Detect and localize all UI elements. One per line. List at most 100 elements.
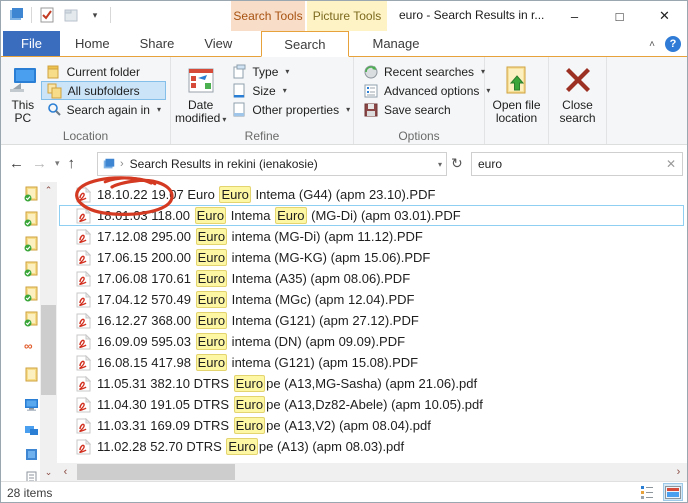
filename-text: Intema	[227, 208, 274, 223]
search-highlight: Euro	[234, 396, 265, 413]
file-row[interactable]: 18.10.22 19.07 Euro Euro Intema (G44) (a…	[59, 184, 684, 205]
file-row[interactable]: 18.01.03 118.00 Euro Intema Euro (MG-Di)…	[59, 205, 684, 226]
pdf-file-icon	[76, 187, 91, 203]
qat-dropdown-icon[interactable]: ▾	[86, 6, 104, 24]
pdf-file-icon	[76, 271, 91, 287]
open-file-location-icon	[501, 64, 533, 96]
search-highlight: Euro	[195, 207, 226, 224]
refresh-icon[interactable]: ↻	[451, 155, 463, 172]
drive-icon[interactable]	[23, 446, 40, 463]
back-icon[interactable]: ←	[9, 155, 24, 172]
file-list: 18.10.22 19.07 Euro Euro Intema (G44) (a…	[57, 182, 687, 463]
recent-searches-button[interactable]: Recent searches▾	[358, 62, 495, 81]
search-again-icon	[46, 102, 62, 118]
nav-scrollbar-thumb[interactable]	[41, 305, 56, 395]
scroll-up-icon[interactable]: ⌃	[40, 182, 57, 199]
clear-search-icon[interactable]: ✕	[666, 157, 676, 171]
address-bar: ← → ▾ ↑ › Search Results in rekini (iena…	[1, 145, 687, 182]
close-search-button[interactable]: Close search	[553, 60, 602, 128]
ribbon: This PC Current folder All subfolders	[1, 57, 687, 145]
search-highlight: Euro	[196, 270, 227, 287]
date-modified-button[interactable]: Date modified▾	[175, 60, 226, 128]
filename-text: 11.02.28 52.70 DTRS	[97, 439, 225, 454]
current-folder-button[interactable]: Current folder	[41, 62, 166, 81]
filename-text: 17.06.08 170.61	[97, 271, 195, 286]
forward-icon[interactable]: →	[32, 155, 47, 172]
items-count: 28 items	[7, 486, 52, 500]
folder-sync-icon[interactable]	[23, 260, 40, 277]
file-row[interactable]: 11.04.30 191.05 DTRS Europe (A13,Dz82-Ab…	[59, 394, 684, 415]
this-pc-icon[interactable]	[23, 396, 40, 413]
search-input[interactable]: euro	[478, 157, 502, 171]
filename-text: intema (G121) (apm 15.08).PDF	[228, 355, 418, 370]
scroll-left-icon[interactable]: ‹	[57, 463, 74, 481]
scroll-right-icon[interactable]: ›	[670, 463, 687, 481]
up-icon[interactable]: ↑	[68, 155, 76, 172]
tab-manage[interactable]: Manage	[349, 31, 444, 56]
thumbnail-view-icon[interactable]	[663, 483, 683, 501]
new-folder-icon[interactable]	[62, 6, 80, 24]
maximize-button[interactable]: □	[597, 1, 642, 31]
folder-icon[interactable]	[23, 366, 40, 383]
file-row[interactable]: 16.12.27 368.00 Euro Intema (G121) (apm …	[59, 310, 684, 331]
tab-view[interactable]: View	[189, 31, 247, 56]
tab-home[interactable]: Home	[60, 31, 125, 56]
horizontal-scrollbar-thumb[interactable]	[77, 464, 235, 480]
open-file-location-button[interactable]: Open file location	[489, 60, 544, 128]
properties-icon[interactable]	[38, 6, 56, 24]
details-view-icon[interactable]	[637, 483, 657, 501]
folder-sync-icon[interactable]	[23, 185, 40, 202]
nav-vertical-scrollbar[interactable]: ⌃ ⌄	[40, 182, 57, 481]
search-highlight: Euro	[196, 291, 227, 308]
this-pc-button[interactable]: This PC	[5, 60, 41, 128]
file-row[interactable]: 17.06.15 200.00 Euro intema (MG-KG) (apm…	[59, 247, 684, 268]
recent-searches-icon	[363, 64, 379, 80]
folder-sync-icon[interactable]	[23, 210, 40, 227]
file-row[interactable]: 16.09.09 595.03 Euro intema (DN) (apm 09…	[59, 331, 684, 352]
search-box[interactable]: euro ✕	[471, 152, 683, 176]
tab-file[interactable]: File	[3, 31, 60, 56]
tab-share[interactable]: Share	[125, 31, 190, 56]
breadcrumb[interactable]: Search Results in rekini (ienakosie)	[130, 157, 318, 171]
file-row[interactable]: 17.06.08 170.61 Euro Intema (A35) (apm 0…	[59, 268, 684, 289]
scroll-down-icon[interactable]: ⌄	[40, 464, 57, 481]
address-box[interactable]: › Search Results in rekini (ienakosie) ▾	[97, 152, 447, 176]
status-bar: 28 items	[1, 481, 687, 503]
other-properties-button[interactable]: Other properties▾	[226, 100, 355, 119]
filename-text: pe (A13,V2) (apm 08.04).pdf	[266, 418, 431, 433]
file-row[interactable]: 11.05.31 382.10 DTRS Europe (A13,MG-Sash…	[59, 373, 684, 394]
network-icon[interactable]	[23, 422, 40, 439]
advanced-options-button[interactable]: Advanced options▾	[358, 81, 495, 100]
search-highlight: Euro	[196, 354, 227, 371]
size-button[interactable]: Size▾	[226, 81, 355, 100]
folder-sync-icon[interactable]	[23, 310, 40, 327]
search-highlight: Euro	[196, 228, 227, 245]
search-again-button[interactable]: Search again in▾	[41, 100, 166, 119]
picture-tools-header: Picture Tools	[307, 1, 387, 31]
explorer-app-icon[interactable]	[7, 6, 25, 24]
filename-text: 18.10.22 19.07 Euro	[97, 187, 218, 202]
search-highlight: Euro	[275, 207, 306, 224]
all-subfolders-button[interactable]: All subfolders	[41, 81, 166, 100]
help-icon[interactable]: ?	[665, 36, 681, 52]
save-search-button[interactable]: Save search	[358, 100, 495, 119]
type-button[interactable]: Type▾	[226, 62, 355, 81]
close-button[interactable]: ✕	[642, 1, 687, 31]
search-highlight: Euro	[234, 417, 265, 434]
horizontal-scrollbar[interactable]: ‹ ›	[57, 463, 687, 481]
address-dropdown-icon[interactable]: ▾	[438, 160, 442, 169]
history-dropdown-icon[interactable]: ▾	[55, 158, 60, 169]
tab-search[interactable]: Search	[261, 31, 348, 57]
minimize-button[interactable]: –	[552, 1, 597, 31]
file-row[interactable]: 11.03.31 169.09 DTRS Europe (A13,V2) (ap…	[59, 415, 684, 436]
folder-sync-icon[interactable]	[23, 235, 40, 252]
file-row[interactable]: 17.12.08 295.00 Euro intema (MG-Di) (apm…	[59, 226, 684, 247]
this-pc-icon	[7, 64, 39, 96]
filename-text: 11.03.31 169.09 DTRS	[97, 418, 233, 433]
file-row[interactable]: 16.08.15 417.98 Euro intema (G121) (apm …	[59, 352, 684, 373]
file-row[interactable]: 17.04.12 570.49 Euro Intema (MGc) (apm 1…	[59, 289, 684, 310]
cloud-sync-icon[interactable]: ∞	[23, 338, 40, 355]
collapse-ribbon-icon[interactable]: ˄	[649, 39, 655, 50]
folder-sync-icon[interactable]	[23, 285, 40, 302]
file-row[interactable]: 11.02.28 52.70 DTRS Europe (A13) (apm 08…	[59, 436, 684, 457]
